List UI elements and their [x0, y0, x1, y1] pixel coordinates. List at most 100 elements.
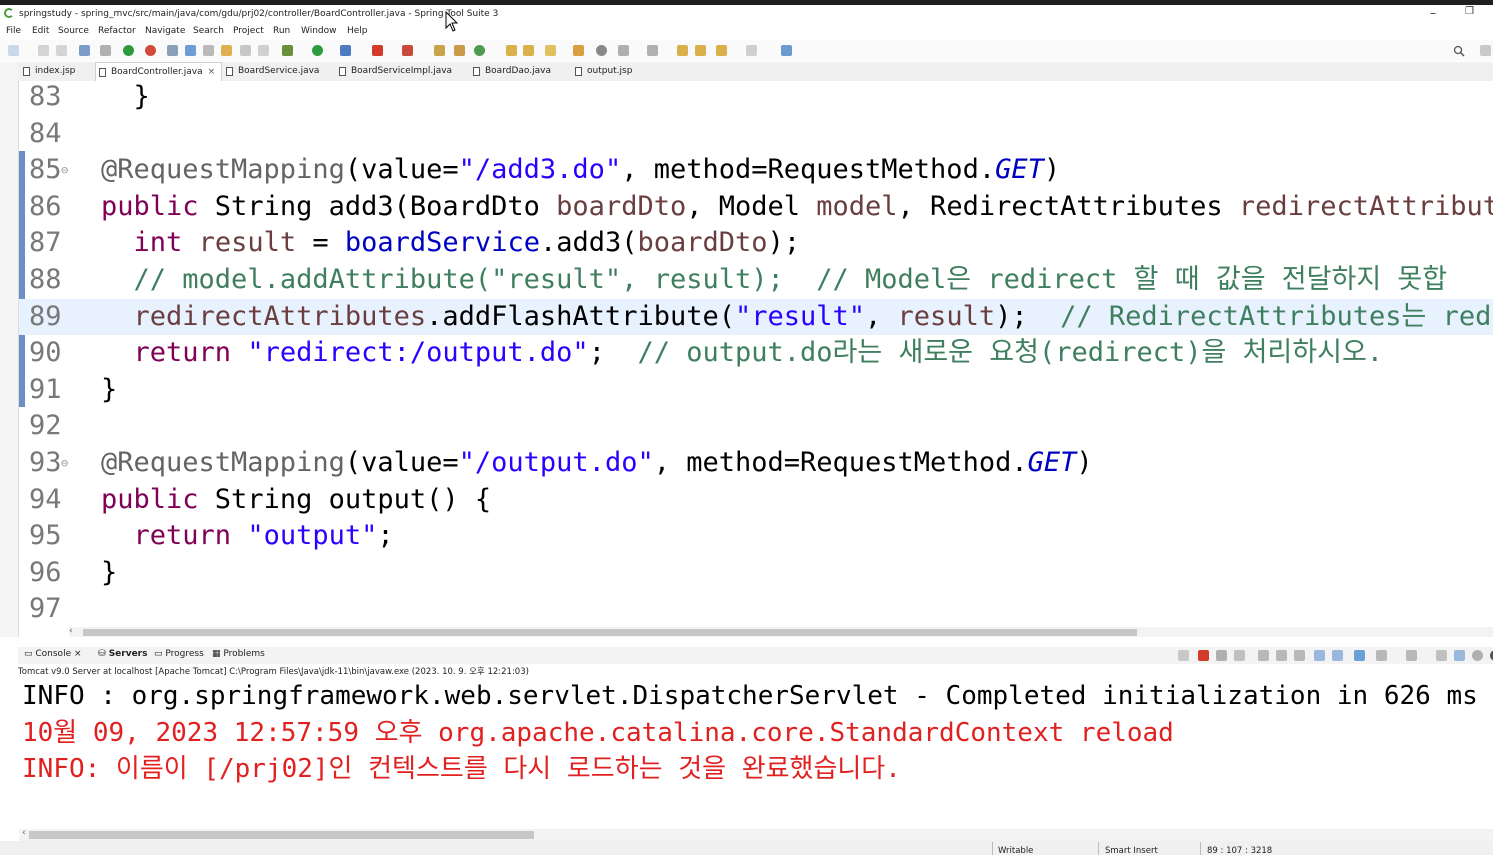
prev-annotation-icon[interactable]	[647, 45, 658, 56]
code-line[interactable]: 84	[19, 116, 1493, 153]
console-display-icon[interactable]	[1354, 650, 1365, 661]
tab-boardserviceimpl-java[interactable]: BoardServiceImpl.java	[336, 62, 458, 81]
code-line[interactable]: 89 redirectAttributes.addFlashAttribute(…	[19, 298, 1493, 336]
code-line[interactable]: 93 ⊖ @RequestMapping(value="/output.do", m…	[19, 445, 1493, 482]
tab-index-jsp[interactable]: index.jsp	[20, 62, 81, 81]
print-icon[interactable]	[79, 45, 90, 56]
console-remove-icon[interactable]	[1216, 650, 1227, 661]
code-token: }	[101, 556, 118, 588]
code-line[interactable]: 87 int result = boardService.add3(boardD…	[19, 225, 1493, 262]
menu-window[interactable]: Window	[301, 26, 337, 36]
code-line[interactable]: 90 return "redirect:/output.do"; // outp…	[19, 335, 1493, 372]
menu-project[interactable]: Project	[233, 26, 264, 36]
block-icon[interactable]	[240, 45, 251, 56]
menu-refactor[interactable]: Refactor	[98, 26, 136, 36]
close-tab-icon[interactable]: ×	[208, 67, 216, 77]
console-new-icon[interactable]	[1406, 650, 1417, 661]
search-folder-icon[interactable]	[573, 45, 584, 56]
stop-icon[interactable]	[372, 45, 383, 56]
console-debug-icon[interactable]	[1454, 650, 1465, 661]
code-line[interactable]: 92	[19, 408, 1493, 445]
external-tools-icon[interactable]	[402, 45, 413, 56]
scroll-left-icon[interactable]: ‹	[22, 828, 26, 838]
console-view-icon[interactable]	[1436, 650, 1447, 661]
restore-button[interactable]: ❐	[1465, 6, 1474, 17]
tab-boardcontroller-java[interactable]: BoardController.java ×	[95, 62, 223, 82]
tab-output-jsp[interactable]: output.jsp	[572, 62, 638, 81]
last-edit-icon[interactable]	[677, 45, 688, 56]
perspective-icon[interactable]	[1480, 45, 1491, 56]
code-line[interactable]: 97	[19, 591, 1493, 627]
tab-servers[interactable]: ⛁ Servers	[98, 649, 147, 659]
editor-horizontal-scrollbar[interactable]: ‹	[69, 626, 1493, 637]
next-annotation-icon[interactable]	[618, 45, 629, 56]
console-clear-icon[interactable]	[1178, 650, 1189, 661]
console-show-stderr-icon[interactable]	[1314, 650, 1325, 661]
new-package-icon[interactable]	[454, 45, 465, 56]
forward-icon[interactable]	[746, 45, 757, 56]
fold-toggle-icon[interactable]: ⊖	[61, 445, 68, 482]
code-line[interactable]: 85 ⊖ @RequestMapping(value="/add3.do", met…	[19, 152, 1493, 189]
scrollbar-thumb[interactable]	[29, 831, 534, 839]
save-icon[interactable]	[38, 45, 49, 56]
highlight-icon[interactable]	[185, 45, 196, 56]
console-terminate-icon[interactable]	[1198, 650, 1209, 661]
code-editor[interactable]: 83 } 84 85 ⊖ @RequestMapping(value="/add3.do…	[19, 81, 1493, 627]
pin-editor-icon[interactable]	[781, 45, 792, 56]
console-scroll-lock-icon[interactable]	[1258, 650, 1269, 661]
menu-source[interactable]: Source	[58, 26, 89, 36]
pen-icon[interactable]	[545, 45, 556, 56]
menu-file[interactable]: File	[6, 26, 21, 36]
code-line[interactable]: 86 public String add3(BoardDto boardDto, …	[19, 189, 1493, 226]
tab-problems[interactable]: ▦ Problems	[212, 649, 265, 659]
menu-help[interactable]: Help	[347, 26, 368, 36]
skip-icon[interactable]	[100, 45, 111, 56]
close-console-icon[interactable]: ×	[74, 649, 82, 659]
open-task-icon[interactable]	[523, 45, 534, 56]
debug-icon[interactable]	[282, 45, 293, 56]
code-line[interactable]: 95 return "output";	[19, 518, 1493, 555]
console-settings-icon[interactable]	[1472, 650, 1483, 661]
spring-boot-icon[interactable]	[123, 45, 134, 56]
new-class-icon[interactable]	[474, 45, 485, 56]
menu-run[interactable]: Run	[273, 26, 290, 36]
code-line[interactable]: 96}	[19, 555, 1493, 592]
menu-edit[interactable]: Edit	[32, 26, 49, 36]
menu-navigate[interactable]: Navigate	[145, 26, 185, 36]
code-line[interactable]: 83 }	[19, 81, 1493, 116]
coverage-icon[interactable]	[340, 45, 351, 56]
search-icon[interactable]	[1453, 45, 1465, 57]
menu-search[interactable]: Search	[193, 26, 224, 36]
run-icon[interactable]	[312, 45, 323, 56]
tab-progress[interactable]: ▭ Progress	[154, 649, 204, 659]
back-icon[interactable]	[716, 45, 727, 56]
globe-icon[interactable]	[596, 45, 607, 56]
console-remove-all-icon[interactable]	[1234, 650, 1245, 661]
scrollbar-thumb[interactable]	[83, 629, 1137, 636]
code-line[interactable]: 88 // model.addAttribute("result", resul…	[19, 262, 1493, 299]
new-icon[interactable]	[8, 45, 19, 56]
code-line[interactable]: 91}	[19, 372, 1493, 409]
console-pin-icon[interactable]	[1332, 650, 1343, 661]
relaunch-icon[interactable]	[145, 45, 156, 56]
scroll-left-icon[interactable]: ‹	[69, 626, 73, 636]
tab-boardservice-java[interactable]: BoardService.java	[223, 62, 325, 81]
console-show-stdout-icon[interactable]	[1294, 650, 1305, 661]
open-type-icon[interactable]	[167, 45, 178, 56]
console-output[interactable]: INFO : org.springframework.web.servlet.D…	[19, 678, 1493, 828]
console-word-wrap-icon[interactable]	[1276, 650, 1287, 661]
whitespace-icon[interactable]	[203, 45, 214, 56]
annotation-icon[interactable]	[221, 45, 232, 56]
fold-toggle-icon[interactable]: ⊖	[61, 152, 68, 189]
console-open-icon[interactable]	[1376, 650, 1387, 661]
open-folder-icon[interactable]	[506, 45, 517, 56]
back-history-icon[interactable]	[695, 45, 706, 56]
tab-console[interactable]: ▭ Console ×	[24, 649, 82, 659]
save-all-icon[interactable]	[56, 45, 67, 56]
code-line[interactable]: 94 public String output() {	[19, 482, 1493, 519]
console-horizontal-scrollbar[interactable]: ‹	[19, 828, 1493, 841]
pilcrow-icon[interactable]	[258, 45, 269, 56]
new-server-icon[interactable]	[434, 45, 445, 56]
tab-boarddao-java[interactable]: BoardDao.java	[470, 62, 557, 81]
minimize-button[interactable]: –	[1430, 6, 1436, 20]
